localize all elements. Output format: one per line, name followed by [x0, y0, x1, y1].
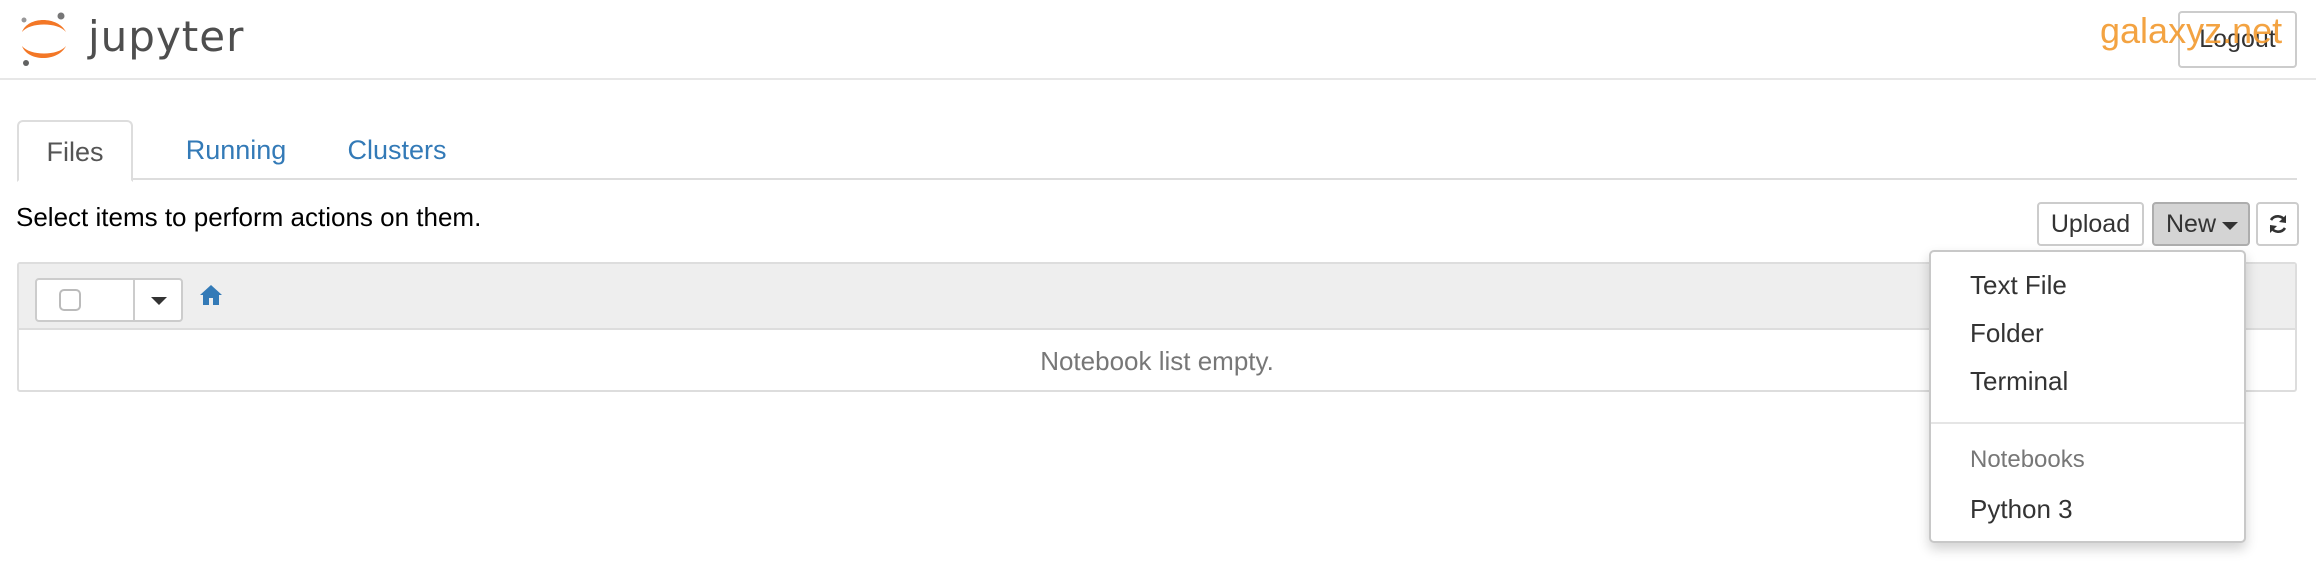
home-icon[interactable] — [199, 284, 223, 306]
select-all-control[interactable] — [35, 278, 183, 322]
new-dropdown-menu: Text File Folder Terminal Notebooks Pyth… — [1929, 250, 2246, 543]
menu-section-header: Notebooks — [1970, 446, 2085, 473]
menu-item-python3[interactable]: Python 3 — [1970, 494, 2073, 525]
divider — [133, 280, 135, 320]
help-text: Select items to perform actions on them. — [16, 202, 482, 232]
jupyter-logo-icon — [21, 12, 66, 66]
new-button[interactable]: New — [2152, 202, 2250, 246]
upload-button[interactable]: Upload — [2037, 202, 2144, 246]
tab-files[interactable]: Files — [17, 120, 133, 182]
refresh-icon — [2269, 215, 2287, 233]
tab-bar: Files Running Clusters — [17, 120, 2297, 182]
tab-running[interactable]: Running — [151, 120, 321, 180]
logout-button[interactable]: Logout — [2178, 11, 2297, 68]
refresh-button[interactable] — [2256, 202, 2299, 246]
tab-clusters[interactable]: Clusters — [322, 120, 472, 180]
menu-item-terminal[interactable]: Terminal — [1970, 366, 2068, 397]
logo-text: jupyter — [88, 12, 245, 61]
app-header: jupyter Logout galaxyz.net — [0, 0, 2316, 80]
menu-item-folder[interactable]: Folder — [1970, 318, 2044, 349]
new-button-label: New — [2166, 210, 2217, 238]
menu-divider — [1931, 422, 2244, 424]
caret-down-icon[interactable] — [151, 297, 167, 305]
jupyter-logo[interactable]: jupyter — [16, 8, 243, 70]
menu-item-text-file[interactable]: Text File — [1970, 270, 2067, 301]
caret-down-icon — [2222, 222, 2238, 230]
select-all-checkbox[interactable] — [59, 289, 81, 311]
